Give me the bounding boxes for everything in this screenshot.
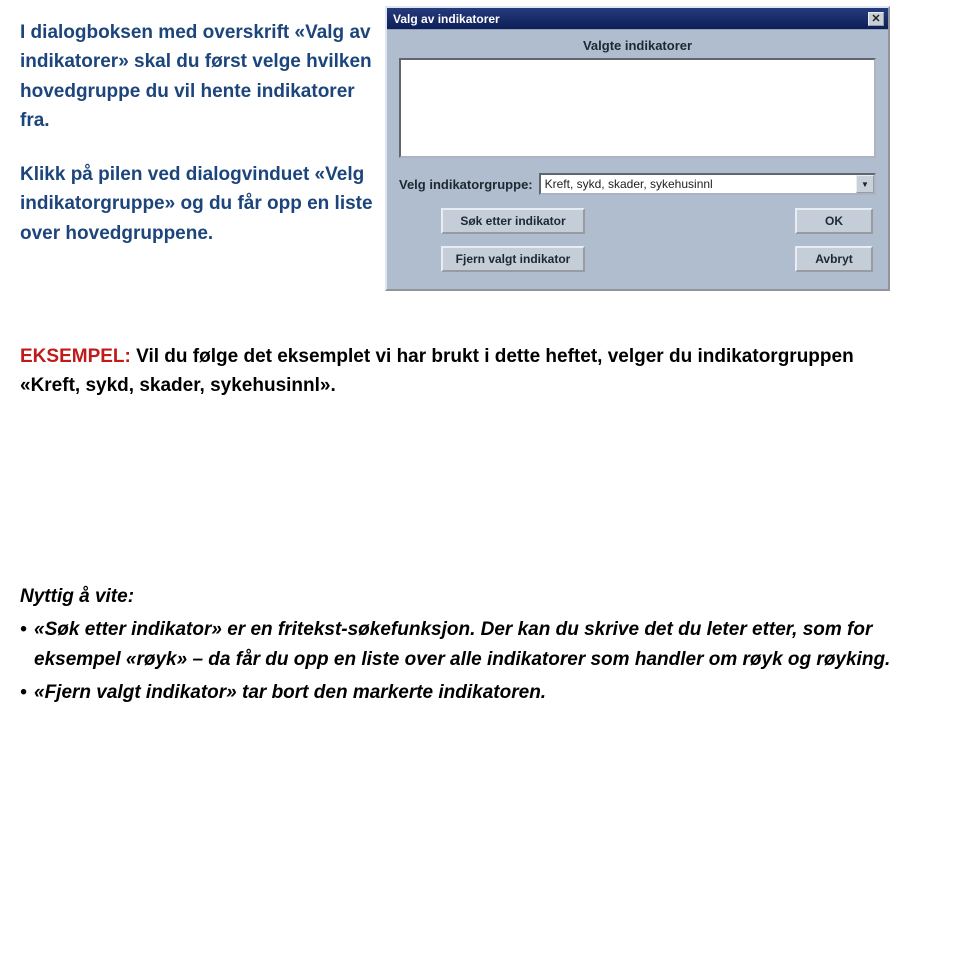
useful-to-know: Nyttig å vite: «Søk etter indikator» er … xyxy=(20,582,912,712)
useful-heading: Nyttig å vite: xyxy=(20,582,912,611)
selected-indicators-listbox[interactable] xyxy=(399,58,876,158)
indicator-group-row: Velg indikatorgruppe: Kreft, sykd, skade… xyxy=(399,173,876,195)
example-text: Vil du følge det eksemplet vi har brukt … xyxy=(20,346,854,396)
remove-indicator-button[interactable]: Fjern valgt indikator xyxy=(441,246,585,272)
useful-bullet-2: «Fjern valgt indikator» tar bort den mar… xyxy=(20,678,912,707)
cancel-button[interactable]: Avbryt xyxy=(795,246,873,272)
indicator-group-dropdown[interactable]: Kreft, sykd, skader, sykehusinnl ▼ xyxy=(539,173,876,195)
dialog-title: Valg av indikatorer xyxy=(393,12,868,26)
intro-para-1: I dialogboksen med overskrift «Valg av i… xyxy=(20,18,375,136)
useful-bullet-1: «Søk etter indikator» er en fritekst-søk… xyxy=(20,615,912,674)
intro-text: I dialogboksen med overskrift «Valg av i… xyxy=(20,18,375,272)
close-icon[interactable]: ✕ xyxy=(868,12,884,26)
indicator-group-value: Kreft, sykd, skader, sykehusinnl xyxy=(545,177,713,191)
dialog-titlebar: Valg av indikatorer ✕ xyxy=(387,8,888,30)
search-indicator-button[interactable]: Søk etter indikator xyxy=(441,208,585,234)
chevron-down-icon[interactable]: ▼ xyxy=(856,175,874,193)
intro-para-2: Klikk på pilen ved dialogvinduet «Velg i… xyxy=(20,160,375,248)
example-paragraph: EKSEMPEL: Vil du følge det eksemplet vi … xyxy=(20,342,880,401)
selected-indicators-label: Valgte indikatorer xyxy=(387,38,888,53)
dialog-valg-av-indikatorer: Valg av indikatorer ✕ Valgte indikatorer… xyxy=(385,6,890,291)
ok-button[interactable]: OK xyxy=(795,208,873,234)
example-label: EKSEMPEL: xyxy=(20,346,131,367)
indicator-group-label: Velg indikatorgruppe: xyxy=(399,177,533,192)
